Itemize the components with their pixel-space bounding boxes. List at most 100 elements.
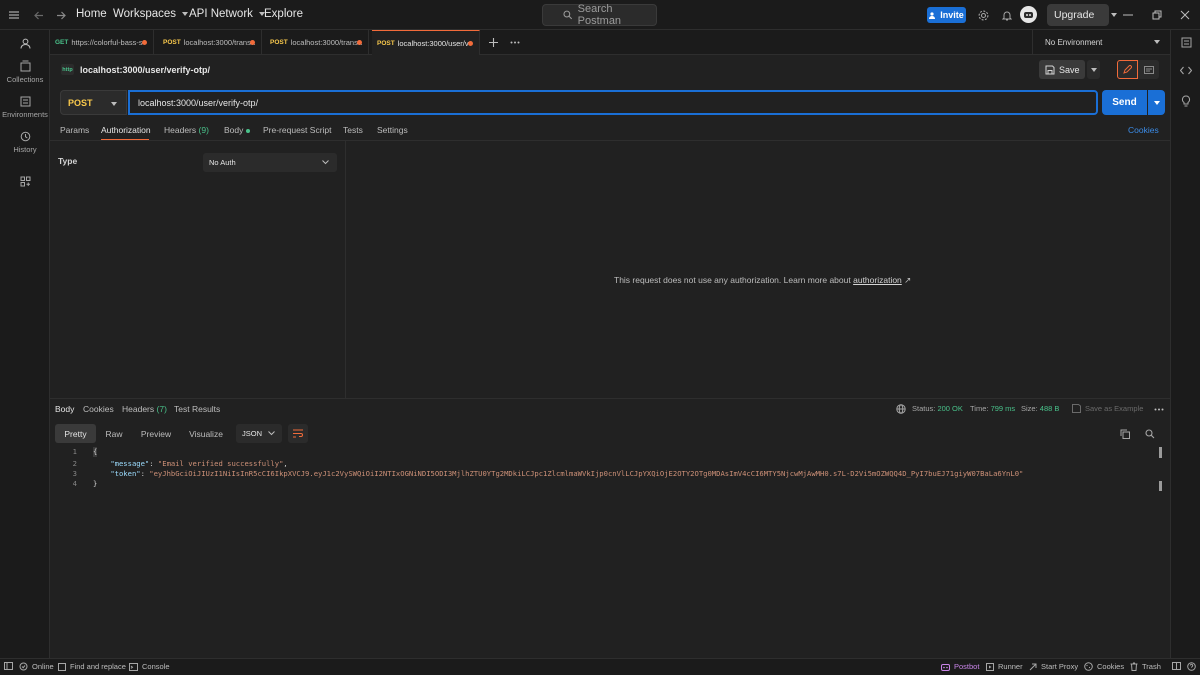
tab-settings[interactable]: Settings — [377, 125, 408, 135]
copy-icon[interactable] — [1119, 428, 1131, 440]
start-proxy-button[interactable]: Start Proxy — [1029, 662, 1078, 671]
wrap-lines-button[interactable] — [288, 424, 308, 443]
close-window-icon[interactable] — [1178, 8, 1192, 22]
cookies-link[interactable]: Cookies — [1128, 125, 1159, 135]
upgrade-button[interactable]: Upgrade — [1047, 4, 1118, 26]
nav-explore[interactable]: Explore — [264, 8, 303, 20]
postbot-icon — [941, 663, 950, 671]
tab-authorization[interactable]: Authorization — [101, 125, 151, 135]
request-tab[interactable]: GET https://colorful-bass-s — [50, 30, 154, 55]
send-options-button[interactable] — [1148, 90, 1165, 115]
cookies-button[interactable]: Cookies — [1084, 662, 1124, 671]
size-info[interactable]: Size: 488 B — [1021, 404, 1059, 413]
tab-body[interactable]: Body — [224, 125, 251, 135]
tab-tests[interactable]: Tests — [343, 125, 363, 135]
invite-button[interactable]: Invite — [927, 7, 966, 23]
globe-icon[interactable] — [895, 403, 906, 414]
toggle-two-pane-button[interactable] — [1172, 662, 1181, 670]
scrollbar-thumb[interactable] — [1159, 481, 1162, 491]
request-tab[interactable]: POST localhost:3000/transa — [265, 30, 369, 55]
format-type-select[interactable]: JSON — [236, 424, 282, 443]
response-tab-cookies[interactable]: Cookies — [83, 404, 114, 414]
chevron-down-icon — [1111, 13, 1118, 17]
nav-workspaces[interactable]: Workspaces — [113, 8, 189, 20]
console-icon — [129, 662, 138, 671]
help-button[interactable] — [1187, 662, 1196, 671]
request-title[interactable]: localhost:3000/user/verify-otp/ — [80, 65, 210, 75]
http-method-select[interactable]: POST — [60, 90, 127, 115]
edit-pencil-icon[interactable] — [1117, 60, 1138, 79]
code-line: "token": "eyJhbGciOiJIUzI1NiIsInR5cCI6Ik… — [110, 469, 1024, 478]
trash-button[interactable]: Trash — [1130, 662, 1161, 671]
request-tab[interactable]: POST localhost:3000/transa — [158, 30, 262, 55]
send-button[interactable]: Send — [1102, 90, 1147, 115]
sidebar-item-label: Collections — [6, 75, 44, 84]
format-raw[interactable]: Raw — [99, 424, 129, 443]
menu-icon[interactable] — [6, 8, 22, 22]
configure-sidebar-icon[interactable] — [17, 174, 33, 188]
avatar[interactable] — [1020, 6, 1037, 23]
response-headers-count: (7) — [156, 404, 167, 414]
sidebar-item-environments[interactable]: Environments — [0, 96, 50, 119]
code-snippet-icon[interactable] — [1179, 64, 1193, 77]
chevron-down-icon — [111, 102, 117, 106]
online-status[interactable]: Online — [19, 662, 54, 671]
size-value: 488 B — [1039, 404, 1060, 413]
cookie-icon — [1084, 662, 1093, 671]
format-visualize[interactable]: Visualize — [184, 424, 228, 443]
back-arrow-icon[interactable] — [31, 8, 47, 22]
status-info[interactable]: Status: 200 OK — [912, 404, 963, 413]
console-button[interactable]: Console — [129, 662, 170, 671]
request-tab-active[interactable]: POST localhost:3000/user/v — [372, 30, 480, 55]
documentation-icon[interactable] — [1138, 60, 1159, 79]
scrollbar-thumb[interactable] — [1159, 447, 1162, 458]
user-profile-icon[interactable] — [17, 36, 33, 50]
lightbulb-icon[interactable] — [1179, 94, 1193, 107]
save-options-button[interactable] — [1087, 60, 1100, 79]
more-options-icon[interactable] — [1153, 404, 1165, 414]
nav-home[interactable]: Home — [76, 8, 107, 20]
format-preview[interactable]: Preview — [136, 424, 176, 443]
auth-type-select[interactable]: No Auth — [203, 153, 337, 172]
sidebar-item-history[interactable]: History — [0, 131, 50, 154]
toggle-sidebar-button[interactable] — [4, 662, 13, 670]
notification-bell-icon[interactable] — [999, 8, 1014, 22]
minimize-window-icon[interactable] — [1121, 8, 1135, 22]
response-tab-body[interactable]: Body — [55, 404, 74, 414]
tab-headers[interactable]: Headers (9) — [164, 125, 209, 135]
trash-label: Trash — [1142, 662, 1161, 671]
save-button[interactable]: Save — [1039, 60, 1085, 79]
response-tab-test-results[interactable]: Test Results — [174, 404, 220, 414]
save-as-example-button[interactable]: Save as Example — [1072, 404, 1143, 413]
status-value: 200 OK — [937, 404, 963, 413]
time-info[interactable]: Time: 799 ms — [970, 404, 1015, 413]
online-status-icon — [19, 662, 28, 671]
forward-arrow-icon[interactable] — [53, 8, 69, 22]
response-tab-headers[interactable]: Headers (7) — [122, 404, 167, 414]
divider — [50, 140, 1170, 141]
tab-pre-request-script[interactable]: Pre-request Script — [263, 125, 332, 135]
new-tab-plus-icon[interactable] — [486, 36, 500, 49]
sidebar-item-collections[interactable]: Collections — [0, 60, 50, 84]
environment-selector[interactable]: No Environment — [1032, 30, 1170, 55]
postbot-label: Postbot — [954, 662, 980, 671]
runner-button[interactable]: Runner — [986, 662, 1023, 671]
search-bar[interactable]: Search Postman — [542, 3, 657, 27]
environment-quicklook-icon[interactable] — [1179, 36, 1193, 49]
restore-window-icon[interactable] — [1150, 8, 1164, 22]
url-input[interactable]: localhost:3000/user/verify-otp/ — [128, 90, 1098, 115]
search-icon[interactable] — [1144, 428, 1156, 440]
tab-params[interactable]: Params — [60, 125, 89, 135]
tab-title: localhost:3000/transa — [290, 38, 363, 47]
chevron-down-icon — [1090, 67, 1097, 72]
postbot-button[interactable]: Postbot — [941, 662, 979, 671]
settings-gear-icon[interactable] — [976, 8, 991, 22]
more-tabs-icon[interactable] — [507, 36, 523, 49]
line-number: 4 — [72, 479, 77, 488]
auth-message-text: This request does not use any authorizat… — [614, 275, 851, 285]
code-line: } — [93, 479, 98, 488]
nav-api-network[interactable]: API Network — [189, 8, 265, 20]
find-replace-button[interactable]: Find and replace — [58, 662, 126, 671]
format-pretty[interactable]: Pretty — [55, 424, 96, 443]
authorization-link[interactable]: authorization — [853, 275, 902, 285]
